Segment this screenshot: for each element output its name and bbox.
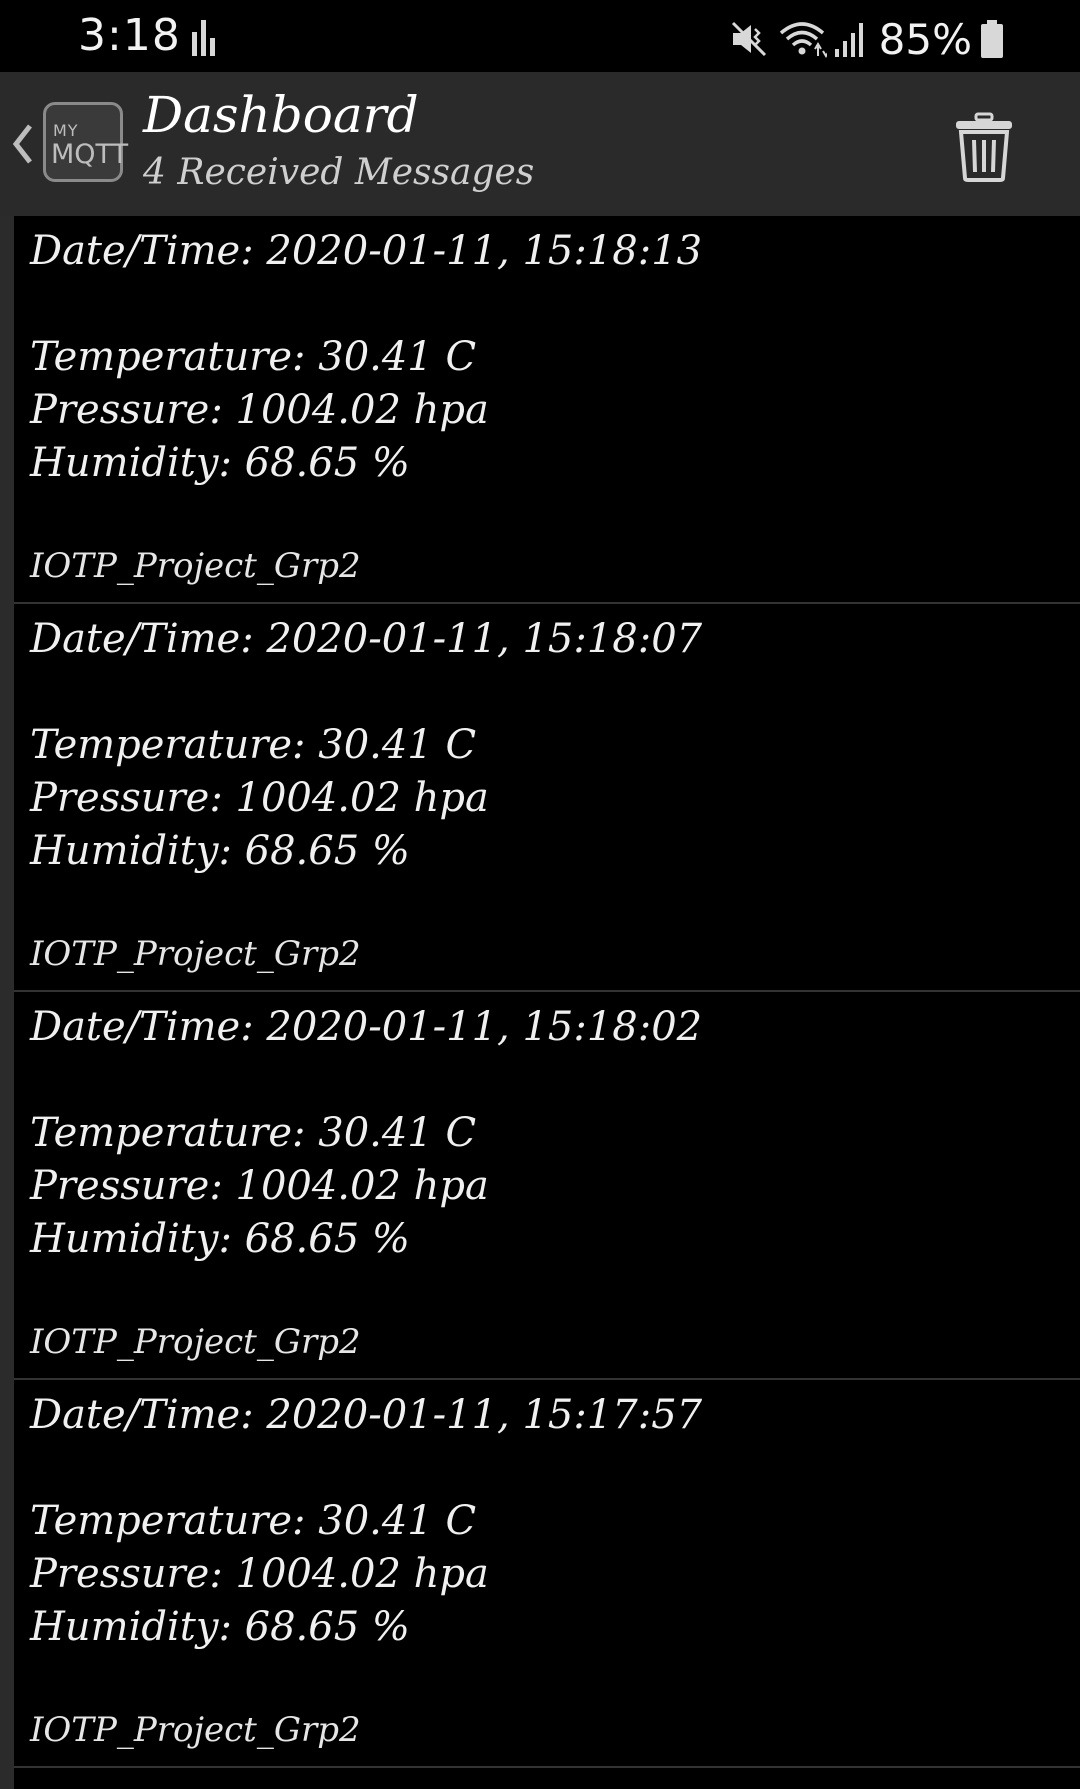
signal-icon — [834, 23, 863, 57]
message-pressure: Pressure: 1004.02 hpa — [30, 1551, 489, 1597]
message-datetime: Date/Time: 2020-01-11, 15:17:57 — [30, 1392, 703, 1438]
message-humidity: Humidity: 68.65 % — [30, 440, 410, 486]
logo-top-text: MY — [53, 121, 79, 140]
message-temperature: Temperature: 30.41 C — [30, 334, 477, 380]
message-pressure: Pressure: 1004.02 hpa — [30, 387, 489, 433]
list-item[interactable]: Date/Time: 2020-01-11, 15:18:07 Temperat… — [14, 604, 1080, 992]
status-bar: 3:18 85% — [0, 0, 1080, 72]
status-time: 3:18 — [78, 10, 181, 61]
list-item[interactable]: Date/Time: 2020-01-11, 15:18:13 Temperat… — [14, 216, 1080, 604]
app-bar: MY MQTT Dashboard 4 Received Messages — [0, 72, 1080, 216]
message-temperature: Temperature: 30.41 C — [30, 722, 477, 768]
message-topic: IOTP_Project_Grp2 — [30, 1322, 361, 1362]
message-temperature: Temperature: 30.41 C — [30, 1110, 477, 1156]
message-pressure: Pressure: 1004.02 hpa — [30, 1163, 489, 1209]
message-humidity: Humidity: 68.65 % — [30, 1604, 410, 1650]
message-datetime: Date/Time: 2020-01-11, 15:18:13 — [30, 228, 703, 274]
message-humidity: Humidity: 68.65 % — [30, 1216, 410, 1262]
page-title: Dashboard — [143, 86, 419, 144]
status-icons: 85% — [729, 14, 1004, 64]
message-datetime: Date/Time: 2020-01-11, 15:18:07 — [30, 616, 703, 662]
message-list[interactable]: Date/Time: 2020-01-11, 15:18:13 Temperat… — [0, 216, 1080, 1789]
mute-vibrate-icon — [731, 21, 766, 57]
left-rail — [0, 216, 14, 1789]
message-topic: IOTP_Project_Grp2 — [30, 934, 361, 974]
chevron-left-icon[interactable] — [10, 122, 36, 166]
battery-percent: 85% — [878, 14, 972, 64]
battery-icon — [981, 20, 1003, 58]
message-topic: IOTP_Project_Grp2 — [30, 546, 361, 586]
message-pressure: Pressure: 1004.02 hpa — [30, 775, 489, 821]
wifi-icon — [779, 22, 827, 58]
logo-bottom-text: MQTT — [51, 139, 129, 170]
list-item[interactable]: Date/Time: 2020-01-11, 15:18:02 Temperat… — [14, 992, 1080, 1380]
activity-chart-icon — [192, 20, 215, 56]
app-logo[interactable]: MY MQTT — [43, 102, 128, 182]
trash-icon[interactable] — [954, 112, 1014, 182]
message-humidity: Humidity: 68.65 % — [30, 828, 410, 874]
list-item[interactable]: Date/Time: 2020-01-11, 15:17:57 Temperat… — [14, 1380, 1080, 1768]
message-temperature: Temperature: 30.41 C — [30, 1498, 477, 1544]
message-topic: IOTP_Project_Grp2 — [30, 1710, 361, 1750]
message-datetime: Date/Time: 2020-01-11, 15:18:02 — [30, 1004, 703, 1050]
message-count-subtitle: 4 Received Messages — [143, 152, 535, 193]
